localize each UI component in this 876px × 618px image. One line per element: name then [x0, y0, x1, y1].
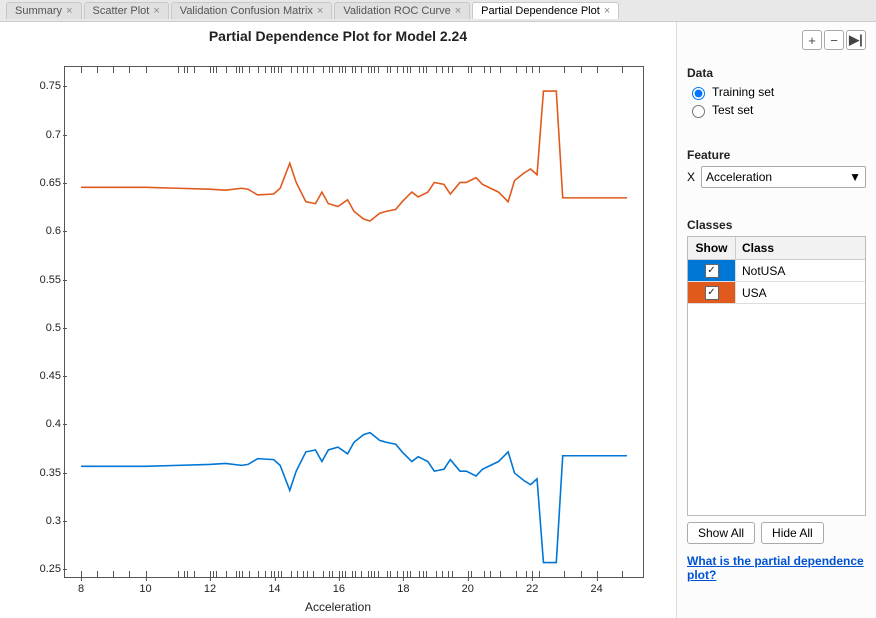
series-line-notusa	[81, 433, 627, 563]
checkbox[interactable]: ✓	[705, 286, 719, 300]
x-tick: 10	[139, 583, 151, 595]
x-tick: 12	[204, 583, 216, 595]
y-tick: 0.45	[23, 370, 61, 382]
classes-section-title: Classes	[687, 218, 866, 232]
zoom-out-button[interactable]: −	[824, 30, 844, 50]
zoom-in-button[interactable]: +	[802, 30, 822, 50]
classes-table: Show Class ✓ NotUSA ✓ USA	[687, 236, 866, 516]
help-link[interactable]: What is the partial dependence plot?	[687, 554, 866, 582]
feature-axis-label: X	[687, 170, 695, 184]
radio-label: Test set	[712, 103, 753, 117]
y-tick: 0.6	[23, 225, 61, 237]
close-icon[interactable]: ×	[317, 5, 323, 17]
tab-summary[interactable]: Summary ×	[6, 2, 82, 19]
close-icon[interactable]: ×	[66, 5, 72, 17]
tab-scatter-plot[interactable]: Scatter Plot ×	[84, 2, 169, 19]
class-label: USA	[736, 282, 865, 303]
class-row[interactable]: ✓ USA	[688, 282, 865, 304]
x-tick: 18	[397, 583, 409, 595]
y-tick: 0.65	[23, 177, 61, 189]
close-icon[interactable]: ×	[455, 5, 461, 17]
feature-value: Acceleration	[706, 170, 772, 184]
hide-all-button[interactable]: Hide All	[761, 522, 824, 544]
x-tick: 8	[78, 583, 84, 595]
chart-lines	[65, 67, 643, 577]
radio-training-set[interactable]: Training set	[687, 84, 866, 100]
plot-title: Partial Dependence Plot for Model 2.24	[0, 28, 676, 44]
tab-validation-confusion-matrix[interactable]: Validation Confusion Matrix ×	[171, 2, 333, 19]
col-class-header: Class	[736, 237, 865, 259]
close-icon[interactable]: ×	[153, 5, 159, 17]
axes[interactable]: 0.250.30.350.40.450.50.550.60.650.70.758…	[64, 66, 644, 578]
tab-validation-roc-curve[interactable]: Validation ROC Curve ×	[334, 2, 470, 19]
y-tick: 0.35	[23, 467, 61, 479]
radio-test-set[interactable]: Test set	[687, 102, 866, 118]
tab-bar: Summary × Scatter Plot × Validation Conf…	[0, 0, 876, 22]
y-tick: 0.55	[23, 274, 61, 286]
y-tick: 0.75	[23, 80, 61, 92]
x-tick: 22	[526, 583, 538, 595]
tab-label: Validation ROC Curve	[343, 5, 450, 17]
y-tick: 0.3	[23, 515, 61, 527]
radio-training-input[interactable]	[692, 87, 705, 100]
feature-select[interactable]: Acceleration ▼	[701, 166, 866, 188]
side-panel: + − ▶| Data Training set Test set Featur…	[676, 22, 876, 618]
data-section-title: Data	[687, 66, 866, 80]
radio-label: Training set	[712, 85, 774, 99]
tab-partial-dependence-plot[interactable]: Partial Dependence Plot ×	[472, 2, 619, 19]
close-icon[interactable]: ×	[604, 5, 610, 17]
y-tick: 0.7	[23, 129, 61, 141]
y-tick: 0.25	[23, 563, 61, 575]
tab-label: Scatter Plot	[93, 5, 150, 17]
x-tick: 24	[591, 583, 603, 595]
checkbox[interactable]: ✓	[705, 264, 719, 278]
tab-label: Partial Dependence Plot	[481, 5, 600, 17]
y-tick: 0.4	[23, 418, 61, 430]
col-show-header: Show	[688, 237, 736, 259]
class-label: NotUSA	[736, 260, 865, 281]
class-row[interactable]: ✓ NotUSA	[688, 260, 865, 282]
series-line-usa	[81, 91, 627, 221]
x-tick: 16	[333, 583, 345, 595]
radio-test-input[interactable]	[692, 105, 705, 118]
plot-area: Partial Dependence Plot for Model 2.24 P…	[0, 22, 676, 618]
x-tick: 20	[462, 583, 474, 595]
class-show-cell[interactable]: ✓	[688, 282, 736, 303]
x-tick: 14	[268, 583, 280, 595]
show-all-button[interactable]: Show All	[687, 522, 755, 544]
tab-label: Validation Confusion Matrix	[180, 5, 313, 17]
chevron-down-icon: ▼	[849, 170, 861, 184]
tab-label: Summary	[15, 5, 62, 17]
y-tick: 0.5	[23, 322, 61, 334]
feature-section-title: Feature	[687, 148, 866, 162]
next-button[interactable]: ▶|	[846, 30, 866, 50]
x-axis-label: Acceleration	[305, 600, 371, 614]
class-show-cell[interactable]: ✓	[688, 260, 736, 281]
